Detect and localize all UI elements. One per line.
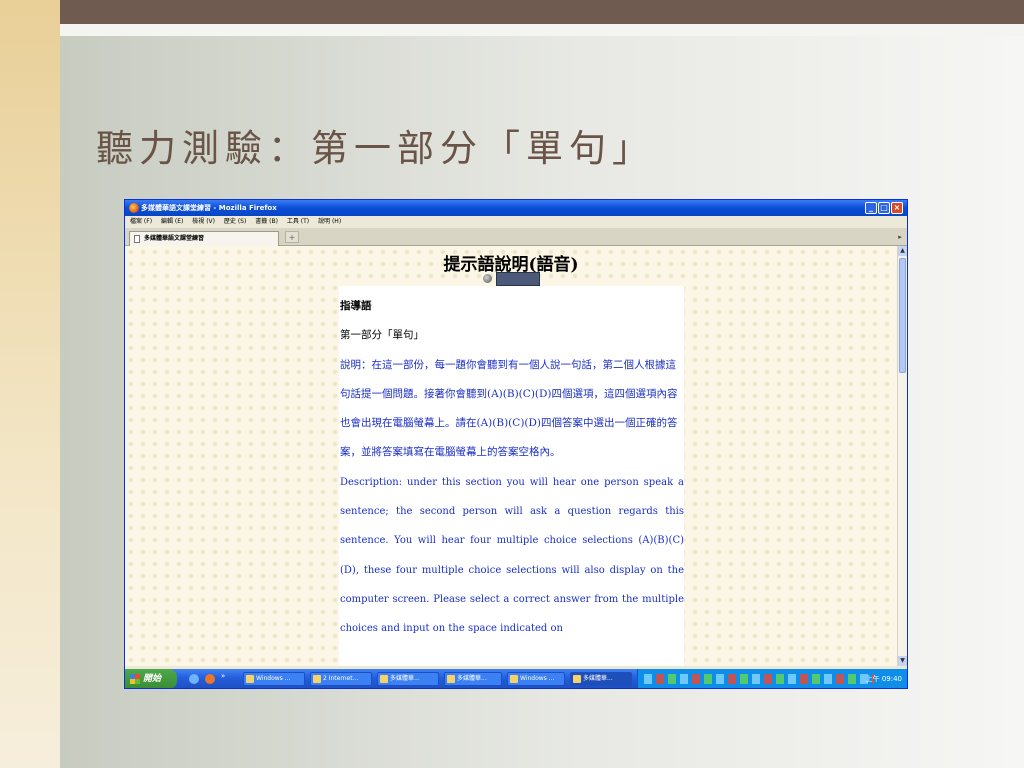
close-button[interactable]: × [891, 202, 903, 214]
maximize-button[interactable]: □ [878, 202, 890, 214]
powerpoint-icon [447, 675, 455, 683]
minimize-button[interactable]: _ [865, 202, 877, 214]
tab-bar: 多媒體華語文課堂練習 + ▸ [125, 228, 907, 246]
instructions-box: 指導語 第一部分「單句」 說明：在這一部份，每一題你會聽到有一個人說一句話，第二… [339, 286, 684, 666]
new-tab-button[interactable]: + [285, 231, 299, 243]
windows-taskbar: 開始 » Windows ... 2 Internet... 多媒體華... 多… [125, 669, 907, 688]
system-tray: 上午 09:40 [637, 669, 907, 688]
quicklaunch-more[interactable]: » [221, 672, 225, 680]
tab-label: 多媒體華語文課堂練習 [144, 235, 205, 242]
vertical-scrollbar[interactable]: ▲ ▼ [897, 246, 907, 666]
scroll-thumb[interactable] [899, 258, 906, 373]
menu-bar: 檔案 (F) 編輯 (E) 檢視 (V) 歷史 (S) 書籤 (B) 工具 (T… [125, 216, 907, 228]
page-icon [134, 235, 140, 243]
instructions-english: Description: under this section you will… [340, 476, 684, 635]
firefox-icon [129, 203, 139, 213]
taskbar-item-label: 2 Internet... [323, 675, 359, 682]
firefox-window-icon [573, 675, 581, 683]
instructions-subtitle: 第一部分「單句」 [340, 329, 424, 342]
menu-history[interactable]: 歷史 (S) [224, 218, 246, 225]
start-button[interactable]: 開始 [125, 669, 177, 688]
speaker-icon[interactable] [483, 274, 492, 283]
taskbar-item[interactable]: 多媒體華... [444, 672, 502, 686]
slide-top-bar [0, 0, 1024, 24]
window-icon [246, 675, 254, 683]
start-label: 開始 [143, 674, 162, 684]
tray-icons[interactable] [644, 674, 874, 684]
taskbar-item[interactable]: 2 Internet... [310, 672, 372, 686]
browser-window: 多媒體華語文課堂練習 - Mozilla Firefox _ □ × 檔案 (F… [124, 199, 908, 689]
windows-logo-icon [130, 674, 140, 684]
menu-bookmarks[interactable]: 書籤 (B) [255, 218, 278, 225]
taskbar-item-active[interactable]: 多媒體華... [570, 672, 632, 686]
slide-left-strip [0, 0, 60, 768]
ie-window-icon [313, 675, 321, 683]
audio-player[interactable] [496, 272, 540, 286]
taskbar-item-label: Windows ... [256, 675, 291, 682]
taskbar-item[interactable]: 多媒體華... [377, 672, 439, 686]
taskbar-item[interactable]: Windows ... [243, 672, 305, 686]
scroll-down-icon[interactable]: ▼ [898, 656, 907, 666]
menu-view[interactable]: 檢視 (V) [192, 218, 215, 225]
folder-icon [380, 675, 388, 683]
taskbar-item[interactable]: Windows ... [507, 672, 565, 686]
window-title: 多媒體華語文課堂練習 - Mozilla Firefox [141, 204, 277, 212]
ie-icon[interactable] [189, 674, 199, 684]
menu-tools[interactable]: 工具 (T) [287, 218, 309, 225]
tab-list-arrow-icon[interactable]: ▸ [895, 231, 905, 243]
slide-top-line [0, 24, 1024, 36]
page-content: 提示語說明(語音) 指導語 第一部分「單句」 說明：在這一部份，每一題你會聽到有… [125, 246, 897, 666]
taskbar-item-label: Windows ... [520, 675, 555, 682]
scroll-up-icon[interactable]: ▲ [898, 246, 907, 256]
menu-edit[interactable]: 編輯 (E) [161, 218, 183, 225]
firefox-quicklaunch-icon[interactable] [205, 674, 215, 684]
taskbar-item-label: 多媒體華... [457, 675, 487, 682]
window-titlebar[interactable]: 多媒體華語文課堂練習 - Mozilla Firefox _ □ × [125, 200, 907, 216]
window-icon [510, 675, 518, 683]
instructions-chinese: 說明：在這一部份，每一題你會聽到有一個人說一句話，第二個人根據這句話提一個問題。… [340, 358, 678, 459]
menu-help[interactable]: 說明 (H) [318, 218, 341, 225]
instructions-title: 指導語 [340, 300, 372, 312]
menu-file[interactable]: 檔案 (F) [130, 218, 152, 225]
taskbar-item-label: 多媒體華... [390, 675, 420, 682]
slide-title: 聽力測驗：第一部分「單句」 [96, 127, 655, 170]
taskbar-item-label: 多媒體華... [583, 675, 613, 682]
clock: 上午 09:40 [865, 675, 902, 683]
tab-active[interactable]: 多媒體華語文課堂練習 [129, 231, 279, 246]
